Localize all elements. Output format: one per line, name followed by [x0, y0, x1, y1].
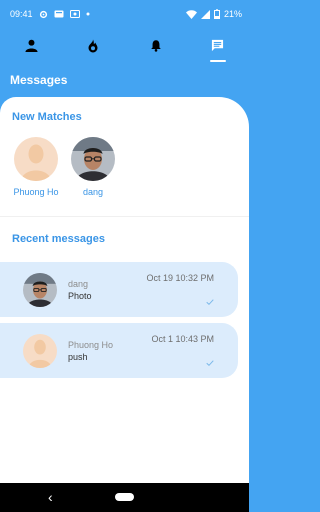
top-tab-bar [0, 30, 249, 66]
tab-profile[interactable] [0, 30, 62, 66]
gear-icon [39, 10, 48, 19]
conversation-item[interactable]: Phuong Ho push Oct 1 10:43 PM [0, 323, 238, 378]
match-item[interactable]: Phuong Ho [6, 137, 66, 197]
system-nav-bar: ‹ [0, 483, 249, 512]
page-title: Messages [10, 73, 68, 87]
read-checkmark-icon [206, 353, 214, 371]
wifi-icon [185, 9, 197, 19]
chat-icon [211, 39, 224, 57]
photo-avatar [23, 273, 57, 307]
match-name: Phuong Ho [13, 187, 59, 197]
battery-icon [213, 9, 220, 19]
dot-icon [86, 12, 90, 16]
tab-messages[interactable] [187, 30, 249, 66]
signal-icon [200, 9, 210, 19]
read-checkmark-icon [206, 292, 214, 310]
default-avatar [14, 137, 58, 181]
flame-icon [87, 39, 99, 58]
home-pill[interactable] [115, 493, 134, 501]
battery-level: 21% [223, 9, 242, 19]
conversation-preview: push [68, 352, 88, 362]
status-bar: 09:41 21% [0, 0, 249, 28]
conversation-preview: Photo [68, 291, 92, 301]
content-panel: New Matches Phuong Ho dang Recent messag… [0, 97, 249, 483]
new-matches-title: New Matches [12, 111, 82, 123]
tab-notifications[interactable] [125, 30, 187, 66]
back-icon[interactable]: ‹ [48, 490, 53, 504]
debug-icon [54, 10, 64, 18]
cast-icon [69, 10, 80, 18]
match-name: dang [82, 187, 104, 197]
match-item[interactable]: dang [63, 137, 123, 197]
photo-avatar [71, 137, 115, 181]
tab-discover[interactable] [62, 30, 124, 66]
default-avatar [23, 334, 57, 368]
conversation-time: Oct 1 10:43 PM [151, 334, 214, 344]
recent-messages-title: Recent messages [12, 233, 105, 245]
conversation-name: Phuong Ho [68, 340, 114, 350]
person-icon [25, 39, 38, 57]
section-divider [0, 216, 249, 217]
conversation-item[interactable]: dang Photo Oct 19 10:32 PM [0, 262, 238, 317]
status-time: 09:41 [10, 9, 33, 19]
conversation-name: dang [68, 279, 89, 289]
conversation-time: Oct 19 10:32 PM [146, 273, 214, 283]
bell-icon [150, 39, 162, 57]
